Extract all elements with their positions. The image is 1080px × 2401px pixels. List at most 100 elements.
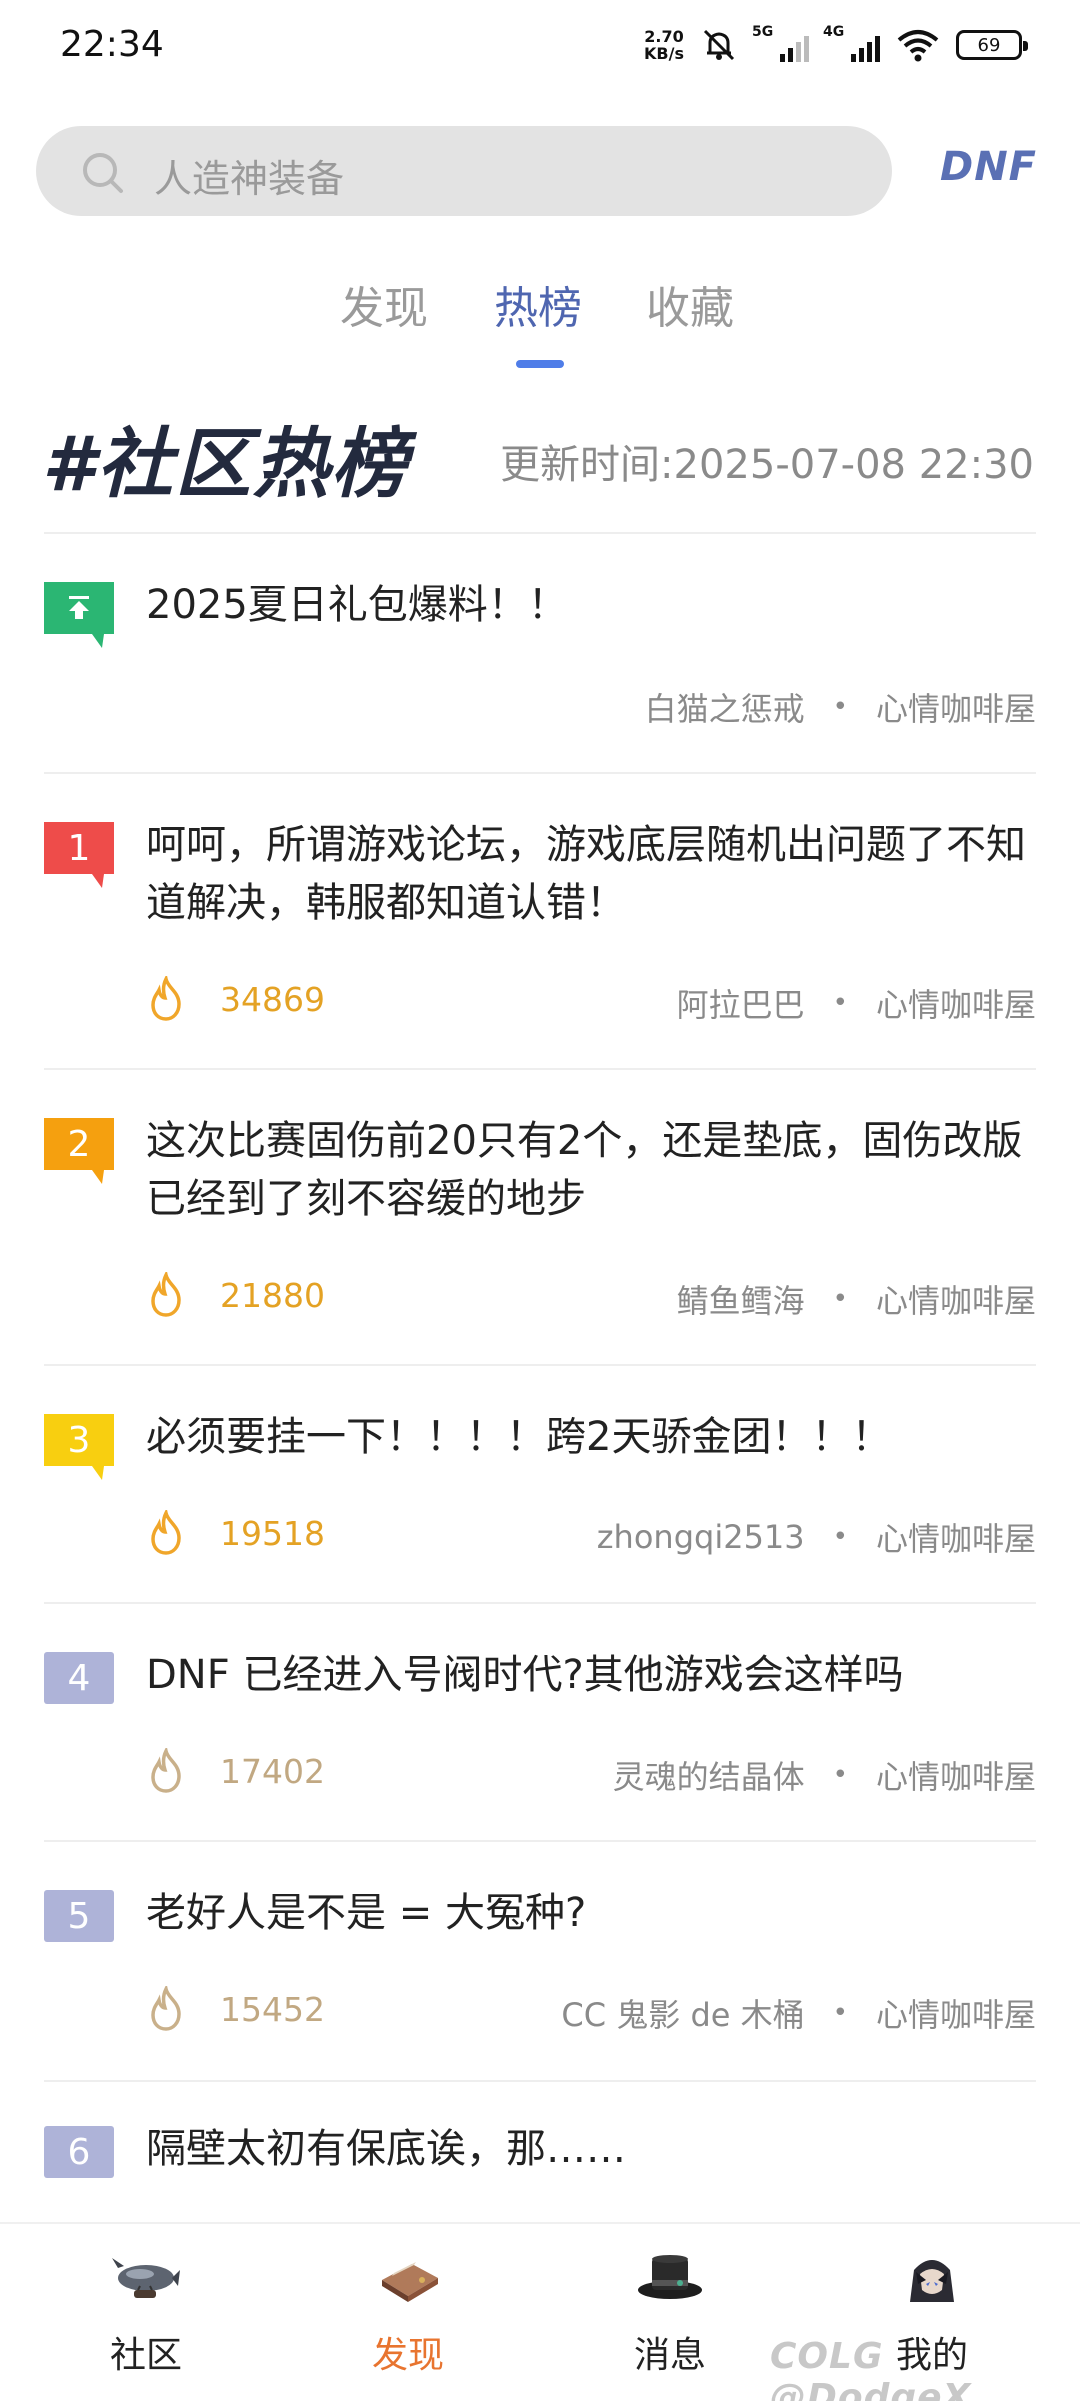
heat: 15452 [146,1986,325,2032]
flame-icon [151,1510,181,1555]
tab-discover[interactable]: 发现 [340,272,428,336]
status-bar: 22:34 2.70 KB/s 5G 4G 69 [0,0,1080,96]
book-icon [382,2262,438,2302]
post-byline: zhongqi2513 • 心情咖啡屋 [597,1514,1036,1560]
top-hat-icon [638,2255,702,2299]
heat: 34869 [146,976,325,1022]
post-meta: 21880 鲭鱼鳕海 • 心情咖啡屋 [146,1272,1036,1322]
net-speed-value: 2.70 [644,27,684,46]
separator-dot: • [832,1760,848,1790]
post-forum[interactable]: 心情咖啡屋 [876,684,1036,730]
update-time: 更新时间:2025-07-08 22:30 [500,442,1034,488]
post-meta: 15452 CC 鬼影 de 木桶 • 心情咖啡屋 [146,1986,1036,2036]
post-title[interactable]: 隔壁太初有保底诶，那…… [146,2120,1046,2178]
rank-badge: 5 [44,1890,114,1942]
flame-icon [151,1986,181,2031]
watermark: COLG @DodgeX [770,2336,1080,2401]
post-title[interactable]: DNF 已经进入号阀时代?其他游戏会这样吗 [146,1646,1046,1704]
post-title[interactable]: 老好人是不是 = 大冤种? [146,1884,1046,1942]
post-forum[interactable]: 心情咖啡屋 [876,1276,1036,1322]
list-item[interactable]: 5 老好人是不是 = 大冤种? 15452 CC 鬼影 de 木桶 • 心情咖啡… [0,1840,1080,2080]
heat: 21880 [146,1272,325,1318]
post-author[interactable]: zhongqi2513 [597,1518,805,1556]
list-item[interactable]: 3 必须要挂一下！！！！跨2天骄金团！！！ 19518 zhongqi2513 … [0,1364,1080,1602]
post-meta: 白猫之惩戒 • 心情咖啡屋 [146,680,1036,730]
active-tab-indicator [516,360,564,368]
rank-badge: 3 [44,1414,114,1480]
flame-icon [151,1748,181,1793]
tab-hot[interactable]: 热榜 [494,272,582,336]
search-bar[interactable]: 人造神装备 [36,126,892,216]
signal-4g-icon: 4G [823,24,880,62]
nav-label: 消息 [633,2335,706,2376]
nav-messages[interactable]: 消息 [590,2250,750,2378]
list-item[interactable]: 2 这次比赛固伤前20只有2个，还是垫底，固伤改版已经到了刻不容缓的地步 218… [0,1068,1080,1364]
post-author[interactable]: 阿拉巴巴 [677,980,805,1026]
separator-dot: • [832,1998,848,2028]
list-item[interactable]: 6 隔壁太初有保底诶，那…… [0,2080,1080,2222]
pin-top-icon [69,596,89,619]
pinned-badge-icon [44,582,114,648]
net-speed: 2.70 KB/s [644,28,684,62]
post-meta: 19518 zhongqi2513 • 心情咖啡屋 [146,1510,1036,1560]
heat-value: 34869 [220,979,325,1019]
post-author[interactable]: 鲭鱼鳕海 [677,1276,805,1322]
post-title[interactable]: 2025夏日礼包爆料！！ [146,576,1046,634]
post-byline: 灵魂的结晶体 • 心情咖啡屋 [613,1752,1036,1798]
watermark-logo: COLG [770,2336,884,2377]
post-meta: 17402 灵魂的结晶体 • 心情咖啡屋 [146,1748,1036,1798]
list-item[interactable]: 1 呵呵，所谓游戏论坛，游戏底层随机出问题了不知道解决，韩服都知道认错！ 348… [0,772,1080,1068]
flame-icon [151,976,181,1021]
post-byline: 鲭鱼鳕海 • 心情咖啡屋 [677,1276,1036,1322]
mute-bell-icon [703,29,735,61]
heat-value: 17402 [220,1751,325,1791]
heat: 17402 [146,1748,325,1794]
post-title[interactable]: 必须要挂一下！！！！跨2天骄金团！！！ [146,1408,1046,1466]
watermark-user: @DodgeX [770,2377,972,2401]
post-author[interactable]: CC 鬼影 de 木桶 [561,1990,804,2036]
nav-discover[interactable]: 发现 [328,2250,488,2378]
separator-dot: • [832,988,848,1018]
post-title[interactable]: 这次比赛固伤前20只有2个，还是垫底，固伤改版已经到了刻不容缓的地步 [146,1112,1046,1228]
post-forum[interactable]: 心情咖啡屋 [876,980,1036,1026]
post-meta: 34869 阿拉巴巴 • 心情咖啡屋 [146,976,1036,1026]
post-forum[interactable]: 心情咖啡屋 [876,1514,1036,1560]
top-tabs: 发现 热榜 收藏 [0,272,1080,372]
post-byline: 阿拉巴巴 • 心情咖啡屋 [677,980,1036,1026]
nav-label: 社区 [109,2335,182,2376]
post-forum[interactable]: 心情咖啡屋 [876,1752,1036,1798]
post-byline: CC 鬼影 de 木桶 • 心情咖啡屋 [561,1990,1036,2036]
post-author[interactable]: 白猫之惩戒 [645,684,805,730]
list-item[interactable]: 4 DNF 已经进入号阀时代?其他游戏会这样吗 17402 灵魂的结晶体 • 心… [0,1602,1080,1840]
post-author[interactable]: 灵魂的结晶体 [613,1752,805,1798]
tab-favorites[interactable]: 收藏 [646,272,734,336]
wifi-icon [897,30,939,62]
signal-5g-icon: 5G [752,24,809,62]
post-title[interactable]: 呵呵，所谓游戏论坛，游戏底层随机出问题了不知道解决，韩服都知道认错！ [146,816,1046,932]
nav-label: 发现 [371,2335,444,2376]
status-icons: 2.70 KB/s 5G 4G 69 [644,24,1028,64]
heat-value: 15452 [220,1989,325,2029]
separator-dot: • [832,1284,848,1314]
net-speed-unit: KB/s [644,44,684,63]
rank-badge: 6 [44,2126,114,2178]
dnf-logo[interactable]: DNF [940,144,1037,190]
avatar-icon [910,2260,954,2302]
list-item[interactable]: 2025夏日礼包爆料！！ 白猫之惩戒 • 心情咖啡屋 [0,532,1080,772]
post-forum[interactable]: 心情咖啡屋 [876,1990,1036,2036]
post-byline: 白猫之惩戒 • 心情咖啡屋 [645,684,1036,730]
heat: 19518 [146,1510,325,1556]
nav-community[interactable]: 社区 [66,2250,226,2378]
flame-icon [151,1272,181,1317]
rank-badge: 4 [44,1652,114,1704]
separator-dot: • [832,1522,848,1552]
hot-list-title: #社区热榜 [42,419,409,508]
rank-badge: 1 [44,822,114,888]
status-time: 22:34 [60,24,164,65]
battery-icon: 69 [956,30,1028,60]
airship-icon [112,2258,180,2298]
search-icon [83,153,123,193]
heat-value: 21880 [220,1275,325,1315]
rank-badge: 2 [44,1118,114,1184]
separator-dot: • [832,692,848,722]
